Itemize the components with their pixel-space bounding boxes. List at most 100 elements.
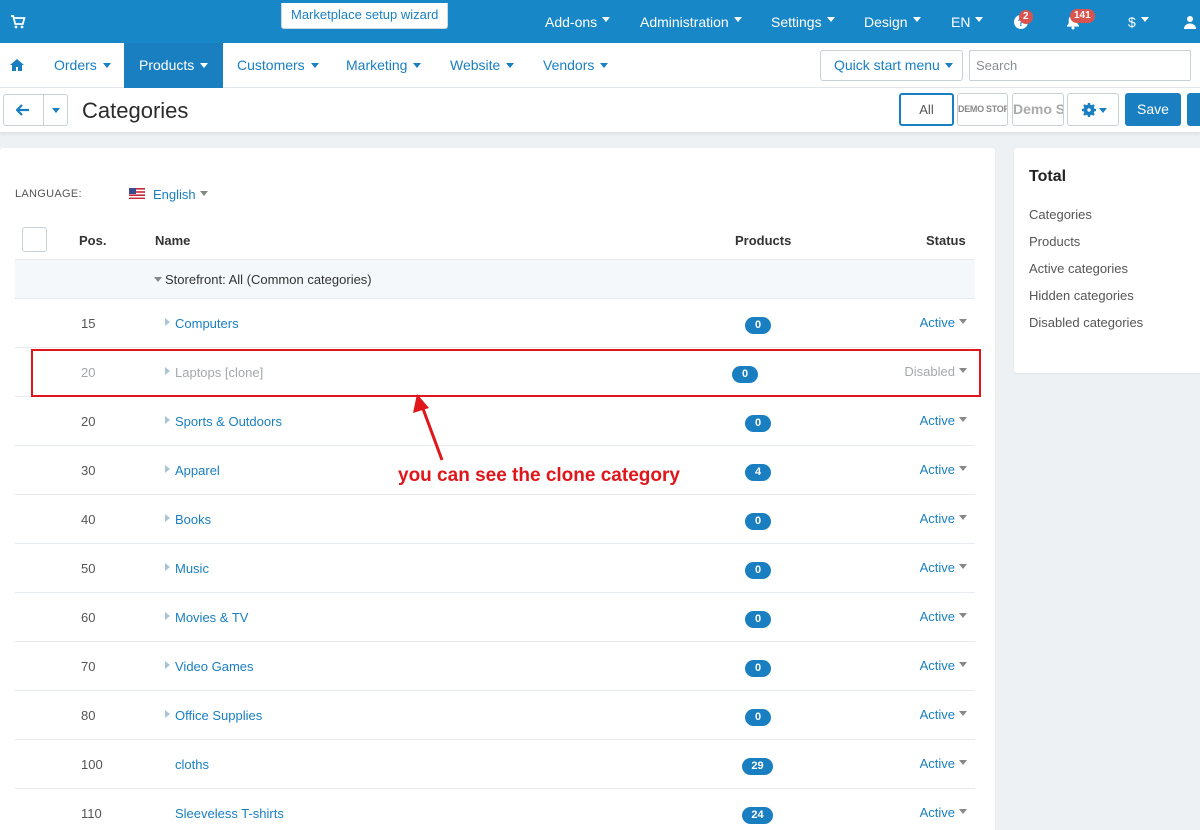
row-position[interactable]: 60 xyxy=(81,610,95,625)
menu-language[interactable]: EN xyxy=(951,0,984,43)
status-dropdown[interactable]: Active xyxy=(920,462,967,477)
storefront-demo-button[interactable]: DEMO STORE xyxy=(957,93,1008,126)
row-position[interactable]: 20 xyxy=(81,414,95,429)
menu-administration[interactable]: Administration xyxy=(640,0,742,43)
row-position[interactable]: 15 xyxy=(81,316,95,331)
nav-vendors-label: Vendors xyxy=(543,57,595,73)
expand-arrow-icon[interactable] xyxy=(165,416,170,424)
category-name[interactable]: Apparel xyxy=(175,463,220,478)
table-row: 80 Office Supplies 0 Active xyxy=(15,691,975,740)
select-all-checkbox[interactable] xyxy=(22,227,47,252)
storefront-demo-logo-button[interactable]: Demo Store xyxy=(1012,93,1064,126)
menu-settings[interactable]: Settings xyxy=(771,0,835,43)
quick-start-menu-button[interactable]: Quick start menu xyxy=(820,50,963,81)
chevron-down-icon[interactable] xyxy=(52,108,60,113)
category-name[interactable]: Video Games xyxy=(175,659,254,674)
category-name[interactable]: cloths xyxy=(175,757,209,772)
header-status[interactable]: Status xyxy=(926,233,966,248)
chevron-down-icon xyxy=(975,17,984,22)
home-icon xyxy=(10,59,24,71)
table-row: 60 Movies & TV 0 Active xyxy=(15,593,975,642)
back-button[interactable] xyxy=(3,94,68,126)
status-dropdown[interactable]: Active xyxy=(920,805,967,820)
save-button[interactable]: Save xyxy=(1125,93,1181,126)
expand-arrow-icon[interactable] xyxy=(165,318,170,326)
header-products[interactable]: Products xyxy=(735,233,791,248)
status-dropdown[interactable]: Active xyxy=(920,560,967,575)
menu-addons[interactable]: Add-ons xyxy=(545,0,611,43)
category-name[interactable]: Office Supplies xyxy=(175,708,262,723)
storefront-group-row[interactable]: Storefront: All (Common categories) xyxy=(15,259,975,299)
header-name[interactable]: Name xyxy=(155,233,190,248)
status-dropdown[interactable]: Active xyxy=(920,609,967,624)
category-name[interactable]: Sports & Outdoors xyxy=(175,414,282,429)
button-divider xyxy=(43,95,44,125)
product-count-badge: 0 xyxy=(745,562,771,579)
table-row: 100 cloths 29 Active xyxy=(15,740,975,789)
nav-customers-label: Customers xyxy=(237,57,305,73)
table-row: 50 Music 0 Active xyxy=(15,544,975,593)
chevron-down-icon xyxy=(310,62,319,68)
status-dropdown[interactable]: Active xyxy=(920,707,967,722)
home-button[interactable] xyxy=(9,58,25,72)
storefront-group-label: Storefront: All (Common categories) xyxy=(165,272,372,287)
expand-arrow-icon[interactable] xyxy=(165,710,170,718)
user-icon xyxy=(1184,16,1196,29)
nav-marketing[interactable]: Marketing xyxy=(331,43,436,88)
expand-arrow-icon[interactable] xyxy=(165,465,170,473)
caret-down-icon xyxy=(154,277,162,282)
category-name[interactable]: Movies & TV xyxy=(175,610,248,625)
nav-products[interactable]: Products xyxy=(124,43,224,88)
expand-arrow-icon[interactable] xyxy=(165,563,170,571)
header-pos[interactable]: Pos. xyxy=(79,233,106,248)
category-name[interactable]: Computers xyxy=(175,316,239,331)
chevron-down-icon xyxy=(959,809,967,815)
expand-arrow-icon[interactable] xyxy=(165,661,170,669)
language-selector[interactable]: English xyxy=(153,187,208,202)
nav-vendors[interactable]: Vendors xyxy=(528,43,623,88)
setup-wizard-button[interactable]: Marketplace setup wizard xyxy=(281,3,449,29)
chevron-down-icon xyxy=(1099,108,1107,113)
row-position[interactable]: 70 xyxy=(81,659,95,674)
category-name[interactable]: Books xyxy=(175,512,211,527)
category-name[interactable]: Sleeveless T-shirts xyxy=(175,806,284,821)
row-position[interactable]: 40 xyxy=(81,512,95,527)
expand-arrow-icon[interactable] xyxy=(165,514,170,522)
status-dropdown[interactable]: Active xyxy=(920,413,967,428)
nav-website[interactable]: Website xyxy=(435,43,529,88)
settings-dropdown-button[interactable] xyxy=(1067,93,1119,126)
expand-arrow-icon[interactable] xyxy=(165,612,170,620)
user-menu[interactable] xyxy=(1183,15,1197,29)
notifications-badge: 141 xyxy=(1070,9,1095,23)
nav-products-label: Products xyxy=(139,57,195,73)
arrow-left-icon xyxy=(16,104,29,116)
table-row: 15 Computers 0 Active xyxy=(15,299,975,348)
quick-start-label: Quick start menu xyxy=(834,57,940,73)
nav-customers[interactable]: Customers xyxy=(222,43,334,88)
row-position[interactable]: 110 xyxy=(81,806,102,821)
search-input[interactable] xyxy=(969,50,1191,81)
chevron-down-icon xyxy=(826,17,835,22)
status-dropdown[interactable]: Active xyxy=(920,315,967,330)
currency-menu[interactable]: $ xyxy=(1128,0,1149,43)
menu-design[interactable]: Design xyxy=(864,0,921,43)
row-position[interactable]: 100 xyxy=(81,757,103,772)
nav-orders[interactable]: Orders xyxy=(39,43,126,88)
row-position[interactable]: 30 xyxy=(81,463,95,478)
row-position[interactable]: 50 xyxy=(81,561,95,576)
save-options-button[interactable] xyxy=(1187,93,1200,126)
cart-icon[interactable] xyxy=(10,14,26,30)
table-row: 110 Sleeveless T-shirts 24 Active xyxy=(15,789,975,830)
status-dropdown[interactable]: Active xyxy=(920,511,967,526)
totals-panel: Total Categories Products Active categor… xyxy=(1014,148,1200,373)
product-count-badge: 0 xyxy=(745,611,771,628)
storefront-all-button[interactable]: All xyxy=(899,93,954,126)
product-count-badge: 29 xyxy=(742,758,773,775)
row-position[interactable]: 80 xyxy=(81,708,95,723)
language-label: LANGUAGE: xyxy=(15,188,82,200)
status-dropdown[interactable]: Active xyxy=(920,658,967,673)
status-dropdown[interactable]: Active xyxy=(920,756,967,771)
category-name[interactable]: Music xyxy=(175,561,209,576)
table-row: 70 Video Games 0 Active xyxy=(15,642,975,691)
product-count-badge: 0 xyxy=(745,415,771,432)
